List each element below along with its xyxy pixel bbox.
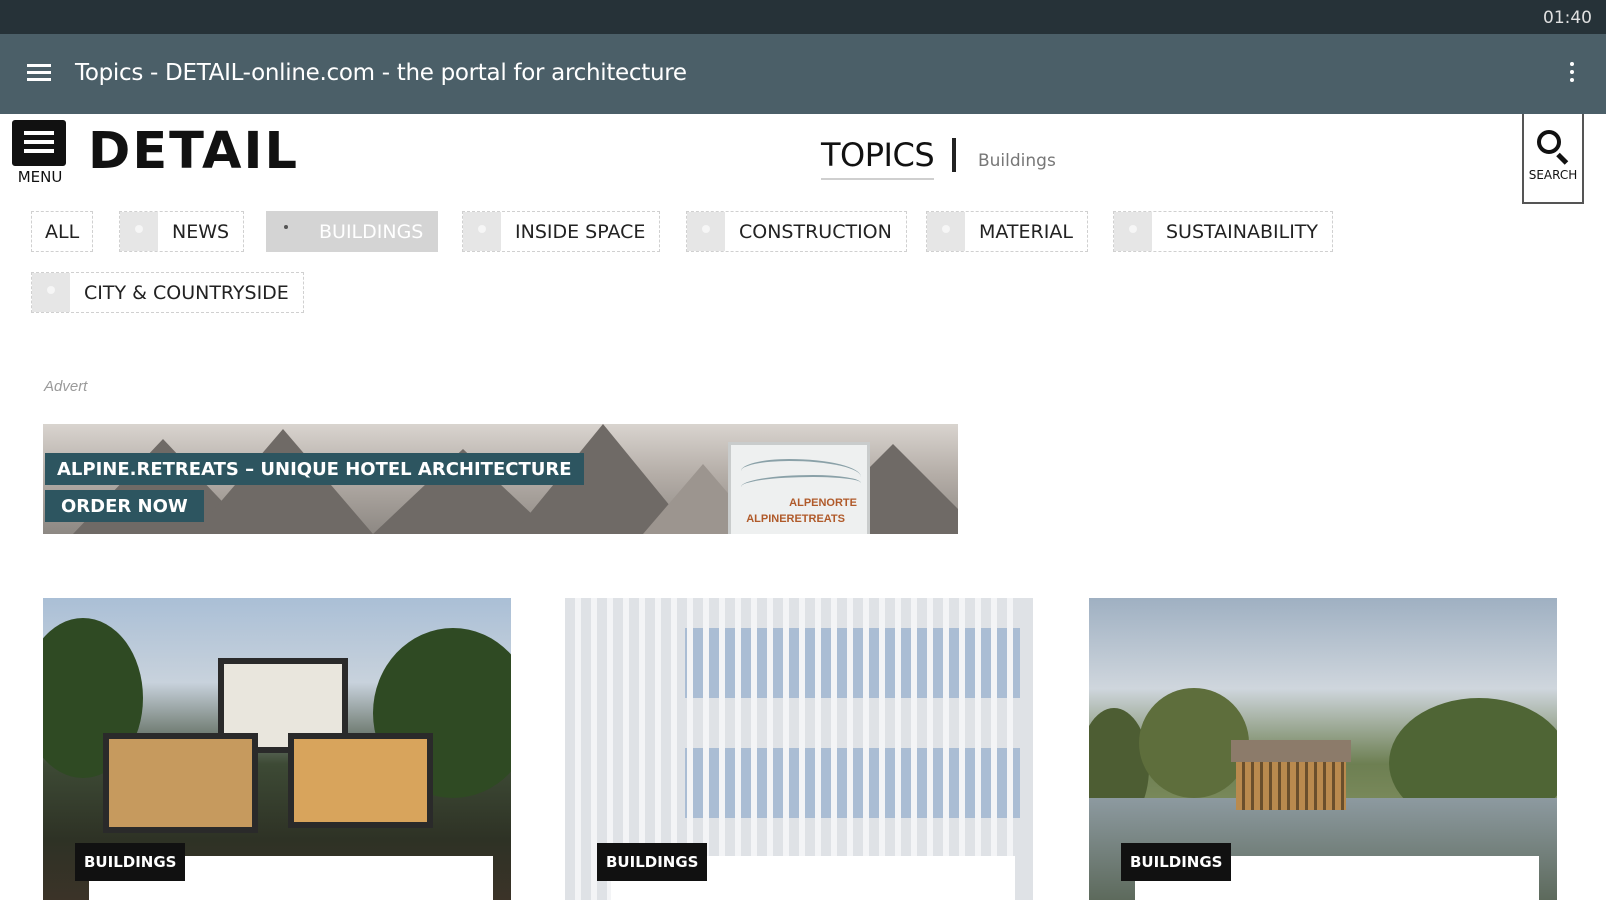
- filter-label: CITY & COUNTRYSIDE: [84, 281, 289, 304]
- facade-slat: [799, 598, 805, 900]
- facade-slat: [1007, 598, 1013, 900]
- checkbox-icon: [687, 212, 725, 251]
- house-window-shape: [288, 733, 433, 828]
- hamburger-menu-icon[interactable]: [27, 64, 51, 84]
- section-divider: [952, 138, 956, 172]
- filter-inside-space[interactable]: INSIDE SPACE: [462, 211, 661, 252]
- web-page: MENU DETAIL TOPICS Buildings SEARCH ALL …: [0, 114, 1606, 900]
- house-window-shape: [103, 733, 258, 833]
- checkbox-icon: [1114, 212, 1152, 251]
- filter-label: INSIDE SPACE: [515, 220, 646, 243]
- advert-headline: ALPINE.RETREATS – UNIQUE HOTEL ARCHITECT…: [45, 453, 584, 485]
- article-card[interactable]: BUILDINGS: [565, 598, 1033, 900]
- card-category-badge[interactable]: BUILDINGS: [1121, 843, 1232, 881]
- checkbox-icon: [463, 212, 501, 251]
- status-time: 01:40: [1543, 8, 1592, 28]
- facade-slat: [815, 598, 821, 900]
- app-bar: Topics - DETAIL-online.com - the portal …: [0, 34, 1606, 114]
- cabin-shape: [1231, 740, 1351, 810]
- filter-label: BUILDINGS: [319, 220, 424, 243]
- facade-slat: [975, 598, 981, 900]
- facade-slat: [943, 598, 949, 900]
- site-menu-button[interactable]: MENU: [12, 120, 68, 190]
- search-label: SEARCH: [1528, 168, 1578, 182]
- filter-buildings[interactable]: BUILDINGS: [266, 211, 439, 252]
- overflow-menu-icon[interactable]: [1570, 62, 1576, 86]
- status-bar: 01:40: [0, 0, 1606, 34]
- section-subtitle: Buildings: [978, 151, 1056, 171]
- filter-all[interactable]: ALL: [31, 211, 94, 252]
- facade-slat: [735, 598, 741, 900]
- book-title-line2: ALPINERETREATS: [746, 513, 845, 525]
- facade-slat: [927, 598, 933, 900]
- search-button[interactable]: SEARCH: [1522, 114, 1584, 204]
- facade-slat: [847, 598, 853, 900]
- app-bar-title: Topics - DETAIL-online.com - the portal …: [75, 60, 687, 86]
- checkbox-icon: [267, 212, 305, 251]
- section-title: TOPICS: [821, 136, 935, 180]
- checkbox-icon: [32, 273, 70, 312]
- facade-slat: [783, 598, 789, 900]
- site-logo[interactable]: DETAIL: [88, 122, 299, 181]
- menu-label: MENU: [17, 168, 63, 186]
- menu-icon: [12, 120, 66, 166]
- filter-construction[interactable]: CONSTRUCTION: [686, 211, 907, 252]
- filter-news[interactable]: NEWS: [119, 211, 245, 252]
- article-card[interactable]: BUILDINGS: [1089, 598, 1557, 900]
- facade-slat: [831, 598, 837, 900]
- facade-slat: [719, 598, 725, 900]
- book-title-line1: ALPENORTE: [789, 497, 857, 509]
- filter-material[interactable]: MATERIAL: [926, 211, 1088, 252]
- checkbox-icon: [120, 212, 158, 251]
- filter-city-countryside[interactable]: CITY & COUNTRYSIDE: [31, 272, 304, 313]
- facade-slat: [991, 598, 997, 900]
- facade-slat: [879, 598, 885, 900]
- card-category-badge[interactable]: BUILDINGS: [75, 843, 186, 881]
- filter-label: CONSTRUCTION: [739, 220, 892, 243]
- filter-sustainability[interactable]: SUSTAINABILITY: [1113, 211, 1334, 252]
- facade-slat: [911, 598, 917, 900]
- facade-slat: [895, 598, 901, 900]
- card-category-badge[interactable]: BUILDINGS: [597, 843, 708, 881]
- checkbox-icon: [927, 212, 965, 251]
- advert-book-image: ALPENORTE ALPINERETREATS: [728, 442, 870, 534]
- filter-label: NEWS: [172, 220, 230, 243]
- filter-label: ALL: [45, 220, 80, 243]
- filter-label: SUSTAINABILITY: [1166, 220, 1319, 243]
- facade-slat: [959, 598, 965, 900]
- search-icon: [1535, 128, 1571, 165]
- advert-banner[interactable]: ALPINE.RETREATS – UNIQUE HOTEL ARCHITECT…: [43, 424, 958, 534]
- facade-slat: [767, 598, 773, 900]
- filter-label: MATERIAL: [979, 220, 1073, 243]
- facade-slat: [751, 598, 757, 900]
- article-card[interactable]: BUILDINGS: [43, 598, 511, 900]
- advert-order-button[interactable]: ORDER NOW: [45, 490, 204, 522]
- facade-slat: [863, 598, 869, 900]
- facade-slat: [575, 598, 581, 900]
- advert-label: Advert: [44, 378, 88, 395]
